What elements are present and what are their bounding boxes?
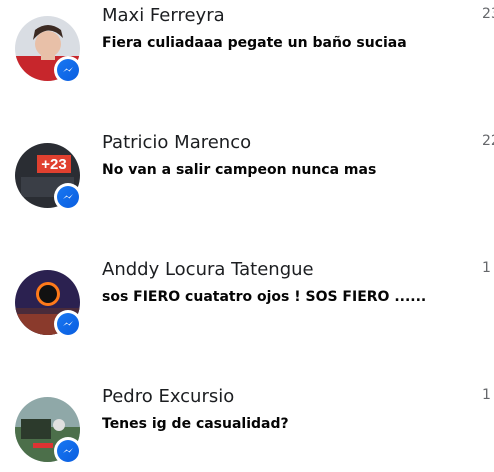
message-preview: Tenes ig de casualidad?	[102, 416, 289, 432]
messenger-badge	[54, 310, 82, 338]
contact-name: Patricio Marenco	[102, 132, 252, 153]
messenger-badge	[54, 56, 82, 84]
messenger-icon	[57, 59, 79, 81]
contact-name: Pedro Excursio	[102, 386, 235, 407]
messenger-badge	[54, 437, 82, 465]
avatar-count-text: +23	[41, 156, 66, 173]
messenger-badge	[54, 183, 82, 211]
messenger-icon	[57, 440, 79, 462]
conversation-row-patricio-marenco[interactable]: +23 Patricio Marenco No van a salir camp…	[0, 127, 494, 237]
contact-name: Maxi Ferreyra	[102, 5, 225, 26]
contact-name: Anddy Locura Tatengue	[102, 259, 314, 280]
conversation-row-anddy-locura-tatengue[interactable]: Anddy Locura Tatengue sos FIERO cuatatro…	[0, 254, 494, 364]
messenger-icon	[57, 313, 79, 335]
timestamp: 22	[482, 133, 494, 149]
avatar[interactable]	[15, 16, 82, 84]
message-preview: Fiera culiadaaa pegate un baño suciaa	[102, 35, 407, 51]
timestamp: 1	[482, 260, 491, 276]
avatar[interactable]	[15, 270, 82, 338]
avatar[interactable]	[15, 397, 82, 465]
conversation-row-maxi-ferreyra[interactable]: Maxi Ferreyra Fiera culiadaaa pegate un …	[0, 0, 494, 110]
timestamp: 23	[482, 6, 494, 22]
timestamp: 1	[482, 387, 491, 403]
conversation-list: Maxi Ferreyra Fiera culiadaaa pegate un …	[0, 0, 494, 472]
conversation-row-pedro-excursio[interactable]: Pedro Excursio Tenes ig de casualidad? 1	[0, 381, 494, 472]
message-preview: No van a salir campeon nunca mas	[102, 162, 377, 178]
avatar[interactable]: +23	[15, 143, 82, 211]
messenger-icon	[57, 186, 79, 208]
message-preview: sos FIERO cuatatro ojos ! SOS FIERO ....…	[102, 289, 427, 305]
